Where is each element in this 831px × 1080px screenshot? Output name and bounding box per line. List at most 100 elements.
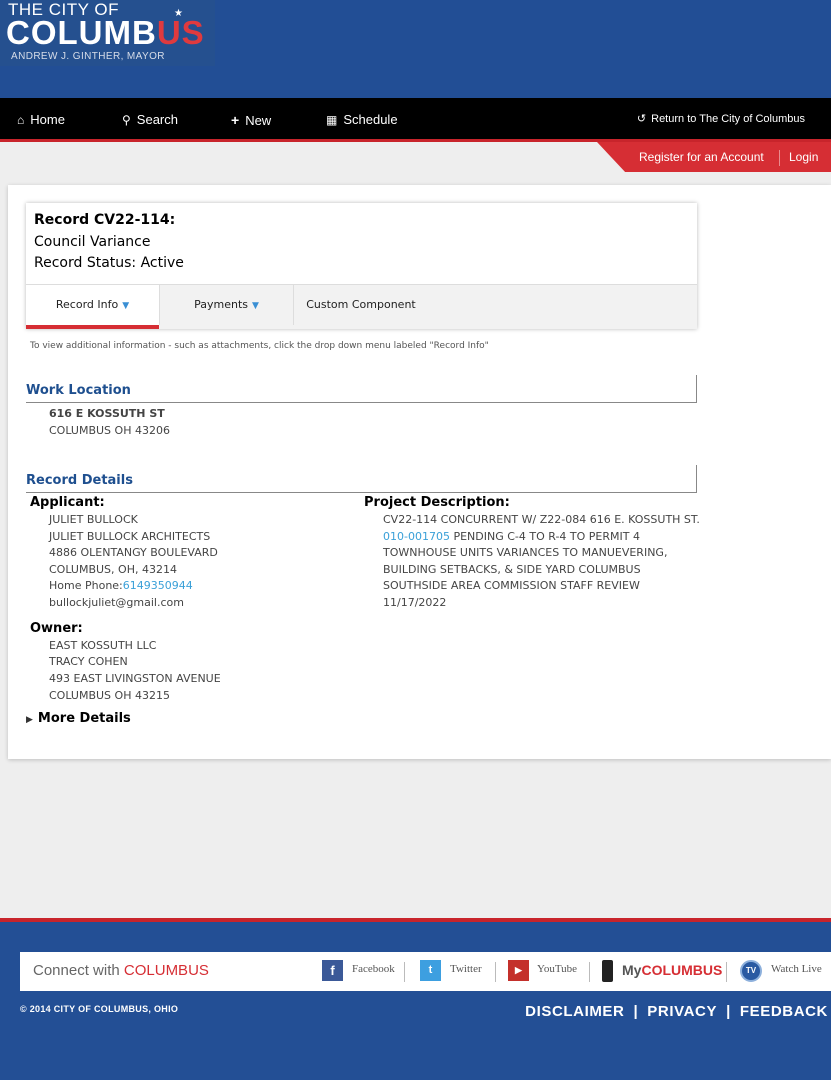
facebook-link[interactable]: Facebook: [352, 963, 395, 975]
watch-live-link[interactable]: Watch Live: [771, 963, 822, 975]
copyright: © 2014 CITY OF COLUMBUS, OHIO: [20, 1004, 179, 1014]
applicant-email: bullockjuliet@gmail.com: [49, 596, 184, 609]
connect-text: Connect with: [33, 962, 124, 979]
tv-icon[interactable]: TV: [740, 960, 762, 982]
social-separator: [726, 962, 727, 982]
phone-label: Home Phone:: [49, 579, 123, 592]
nav-search[interactable]: ⚲ Search: [122, 98, 178, 139]
undo-icon: ↺: [636, 113, 647, 125]
parcel-link[interactable]: 010-001705: [383, 530, 450, 543]
site-header: THE CITY OF COLUMBUS ★ ANDREW J. GINTHER…: [0, 0, 831, 98]
logo-main-a: COLUMB: [6, 14, 157, 51]
plus-icon: +: [231, 112, 240, 128]
account-separator: [779, 150, 780, 166]
connect-with-columbus: Connect with COLUMBUS: [33, 962, 209, 979]
phone-link[interactable]: 6149350944: [123, 579, 193, 592]
record-details-heading: Record Details: [26, 473, 133, 488]
logo-mayor-text: ANDREW J. GINTHER, MAYOR: [11, 51, 165, 62]
phone-icon: [602, 960, 613, 982]
more-details-label: More Details: [37, 711, 131, 726]
project-description-text: PENDING C-4 TO R-4 TO PERMIT 4: [449, 530, 640, 543]
disclaimer-link[interactable]: DISCLAIMER: [525, 1003, 624, 1020]
facebook-icon[interactable]: f: [322, 960, 343, 981]
section-divider-tick: [696, 375, 697, 403]
social-separator: [404, 962, 405, 982]
mycol-prefix: My: [622, 962, 642, 978]
privacy-link[interactable]: PRIVACY: [647, 1003, 717, 1020]
section-divider-tick: [696, 465, 697, 493]
site-footer: [0, 922, 831, 1080]
login-link[interactable]: Login: [789, 150, 818, 164]
twitter-link[interactable]: Twitter: [450, 963, 482, 975]
caret-right-icon: ▶: [26, 715, 33, 725]
home-icon: ⌂: [17, 113, 25, 127]
nav-schedule-label: Schedule: [343, 112, 398, 127]
legal-separator: |: [633, 1003, 639, 1020]
record-status: Record Status: Active: [34, 255, 184, 271]
project-description-line: 010-001705 PENDING C-4 TO R-4 TO PERMIT …: [383, 530, 640, 543]
record-tabs: Record Info ▼ Payments ▼ Custom Component: [26, 284, 697, 329]
applicant-phone-row: Home Phone:6149350944: [49, 579, 193, 592]
project-description-line: 11/17/2022: [383, 596, 447, 609]
tab-record-info-label: Record Info: [55, 298, 119, 311]
tab-record-info[interactable]: Record Info ▼: [26, 285, 159, 329]
caret-down-icon: ▼: [251, 301, 259, 311]
more-details-toggle[interactable]: ▶ More Details: [26, 711, 131, 726]
search-icon: ⚲: [122, 113, 131, 127]
owner-line: 493 EAST LIVINGSTON AVENUE: [49, 672, 221, 685]
social-separator: [589, 962, 590, 982]
work-location-street: 616 E KOSSUTH ST: [49, 407, 165, 420]
legal-separator: |: [726, 1003, 731, 1020]
feedback-link[interactable]: FEEDBACK: [740, 1003, 828, 1020]
work-location-city: COLUMBUS OH 43206: [49, 424, 170, 437]
work-location-heading: Work Location: [26, 383, 131, 398]
nav-new[interactable]: + New: [231, 98, 271, 139]
nav-schedule[interactable]: ▦ Schedule: [326, 98, 398, 139]
caret-down-icon: ▼: [122, 301, 130, 311]
nav-new-label: New: [245, 113, 272, 128]
project-description-label: Project Description:: [364, 495, 510, 510]
owner-line: TRACY COHEN: [49, 655, 128, 668]
youtube-icon[interactable]: ▶: [508, 960, 529, 981]
return-to-city-link[interactable]: ↺ Return to The City of Columbus: [637, 98, 805, 139]
section-divider: [26, 402, 697, 403]
twitter-icon[interactable]: t: [420, 960, 441, 981]
youtube-link[interactable]: YouTube: [537, 963, 577, 975]
tab-custom-component[interactable]: Custom Component: [294, 285, 428, 329]
record-info-hint: To view additional information - such as…: [30, 341, 489, 351]
nav-search-label: Search: [136, 112, 178, 127]
section-divider: [26, 492, 697, 493]
legal-links: DISCLAIMER | PRIVACY | FEEDBACK: [525, 1003, 828, 1020]
record-type: Council Variance: [34, 234, 151, 250]
project-description-line: BUILDING SETBACKS, & SIDE YARD COLUMBUS: [383, 563, 641, 576]
project-description-line: TOWNHOUSE UNITS VARIANCES TO MANUEVERING…: [383, 546, 668, 559]
social-separator: [495, 962, 496, 982]
mycol-brand: COLUMBUS: [641, 962, 723, 978]
logo-main-b: US: [156, 14, 205, 51]
owner-line: EAST KOSSUTH LLC: [49, 639, 157, 652]
star-icon: ★: [174, 8, 183, 19]
nav-home[interactable]: ⌂ Home: [17, 98, 65, 139]
applicant-name: JULIET BULLOCK: [49, 513, 138, 526]
applicant-city: COLUMBUS, OH, 43214: [49, 563, 177, 576]
my-columbus-link[interactable]: MyCOLUMBUS: [622, 962, 722, 978]
owner-line: COLUMBUS OH 43215: [49, 689, 170, 702]
nav-home-label: Home: [30, 112, 65, 127]
project-description-line: CV22-114 CONCURRENT W/ Z22-084 616 E. KO…: [383, 513, 700, 526]
record-title: Record CV22-114:: [34, 212, 176, 228]
project-description-line: SOUTHSIDE AREA COMMISSION STAFF REVIEW: [383, 579, 640, 592]
tab-payments-label: Payments: [194, 298, 248, 311]
logo-main-text: COLUMBUS: [6, 14, 205, 52]
main-nav: ⌂ Home ⚲ Search + New ▦ Schedule ↺ Return to …: [0, 98, 831, 139]
return-label: Return to The City of Columbus: [651, 113, 805, 125]
connect-brand: COLUMBUS: [123, 962, 209, 979]
city-logo[interactable]: THE CITY OF COLUMBUS ★ ANDREW J. GINTHER…: [0, 0, 215, 66]
register-link[interactable]: Register for an Account: [639, 150, 764, 164]
applicant-company: JULIET BULLOCK ARCHITECTS: [49, 530, 211, 543]
nav-divider: [0, 139, 831, 142]
tab-payments[interactable]: Payments ▼: [160, 285, 293, 329]
applicant-address: 4886 OLENTANGY BOULEVARD: [49, 546, 218, 559]
applicant-label: Applicant:: [30, 495, 105, 510]
calendar-icon: ▦: [326, 113, 338, 127]
owner-label: Owner:: [30, 621, 83, 636]
